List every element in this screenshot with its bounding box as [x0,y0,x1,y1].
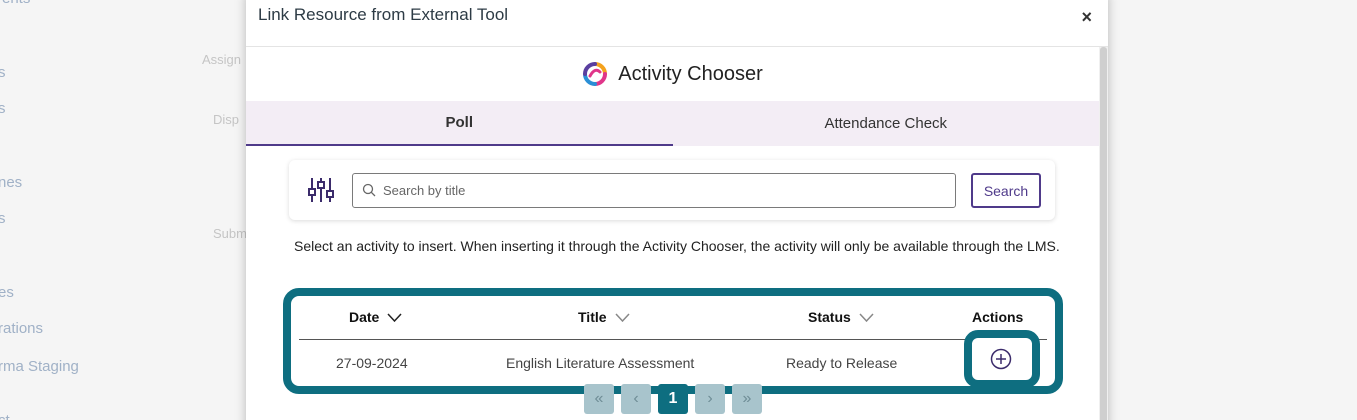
tab-poll[interactable]: Poll [246,101,673,146]
chevron-down-icon [387,312,402,322]
chooser-title: Activity Chooser [618,62,763,85]
tab-attendance-check[interactable]: Attendance Check [673,101,1100,146]
activity-chooser-logo-icon [583,62,608,86]
last-page-button[interactable]: » [732,384,762,414]
search-button[interactable]: Search [971,173,1041,208]
search-icon [362,183,376,197]
table-row[interactable]: 27-09-2024 English Literature Assessment… [299,330,1047,388]
column-header-label: Status [808,309,851,325]
scrollbar-thumb[interactable] [1100,47,1107,420]
link-resource-modal: Link Resource from External Tool × Activ… [246,0,1108,420]
next-page-button[interactable]: › [695,384,725,414]
sliders-icon[interactable] [307,176,335,204]
chooser-header: Activity Chooser [246,47,1099,101]
column-header-title[interactable]: Title [578,309,630,325]
column-header-date[interactable]: Date [349,309,402,325]
tab-bar: Poll Attendance Check [246,101,1099,146]
cell-status: Ready to Release [786,355,898,371]
modal-title: Link Resource from External Tool [258,5,509,24]
search-field [352,173,956,208]
add-circle-icon[interactable] [990,348,1012,370]
column-header-status[interactable]: Status [808,309,874,325]
activity-table: Date Title Status Actions 27-09-2024 Eng… [283,288,1063,394]
modal-scrollbar[interactable] [1099,47,1108,420]
column-header-label: Actions [972,309,1024,325]
column-header-label: Date [349,309,380,325]
table-header: Date Title Status Actions [299,296,1047,340]
first-page-button[interactable]: « [584,384,614,414]
modal-header: Link Resource from External Tool × [246,0,1108,47]
modal-body: Activity Chooser Poll Attendance Check S… [246,47,1099,420]
current-page-button[interactable]: 1 [658,384,688,414]
search-input[interactable] [383,174,943,207]
close-icon[interactable]: × [1081,7,1092,28]
search-card: Search [289,160,1055,220]
action-highlight [964,330,1040,388]
chevron-down-icon [859,312,874,322]
instructions-text: Select an activity to insert. When inser… [294,238,1060,254]
column-header-actions: Actions [972,309,1023,325]
chevron-down-icon [614,312,630,322]
previous-page-button[interactable]: ‹ [621,384,651,414]
column-header-label: Title [578,309,607,325]
cell-date: 27-09-2024 [336,355,408,371]
cell-title: English Literature Assessment [506,355,695,371]
pagination: « ‹ 1 › » [584,384,762,414]
